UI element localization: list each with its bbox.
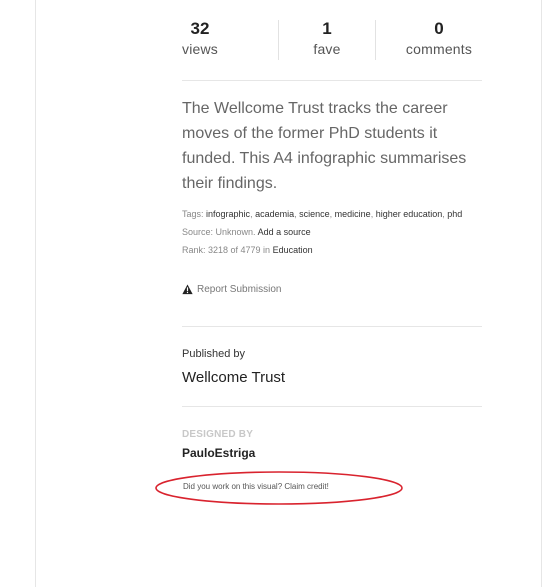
tags-line: Tags: infographic, academia, science, me… [182,209,463,219]
tag-link[interactable]: phd [447,209,462,219]
published-by-label: Published by [182,348,245,360]
comments-label: comments [405,41,473,57]
source-line: Source: Unknown. Add a source [182,226,492,238]
views-label: views [182,41,219,57]
designer-name[interactable]: PauloEstriga [182,446,255,460]
views-count: 32 [190,19,210,38]
comments-count: 0 [434,19,444,38]
rank-line: Rank: 3218 of 4779 in Education [182,244,492,256]
source-label: Source: Unknown. [182,227,256,237]
fave-stat[interactable]: 1 fave [279,18,375,58]
fave-count: 1 [322,19,332,38]
visual-description: The Wellcome Trust tracks the career mov… [182,100,467,192]
tag-link[interactable]: medicine [335,209,371,219]
comments-stat[interactable]: 0 comments [394,18,484,58]
divider [182,326,482,327]
designed-by-label: DESIGNED BY [182,429,254,440]
claim-highlight-ellipse [155,471,403,505]
tag-link[interactable]: science [299,209,330,219]
content-frame-left-border [35,0,36,587]
tag-link[interactable]: infographic [206,209,250,219]
views-stat: 32 views [182,18,218,58]
rank-category-link[interactable]: Education [273,245,313,255]
rank-text: Rank: 3218 of 4779 in [182,245,271,255]
divider [182,406,482,407]
stat-divider [375,20,376,60]
tag-link[interactable]: academia [255,209,294,219]
tags-label: Tags: [182,209,204,219]
report-submission-link[interactable]: Report Submission [182,284,281,295]
divider [182,80,482,81]
publisher-name[interactable]: Wellcome Trust [182,369,285,386]
warning-icon [182,284,193,295]
fave-label: fave [313,41,341,57]
add-source-link[interactable]: Add a source [258,227,311,237]
content-frame-right-border [541,0,542,587]
report-label: Report Submission [197,284,282,295]
stats-bar: 32 views 1 fave 0 comments [182,18,482,62]
tag-link[interactable]: higher education [376,209,443,219]
